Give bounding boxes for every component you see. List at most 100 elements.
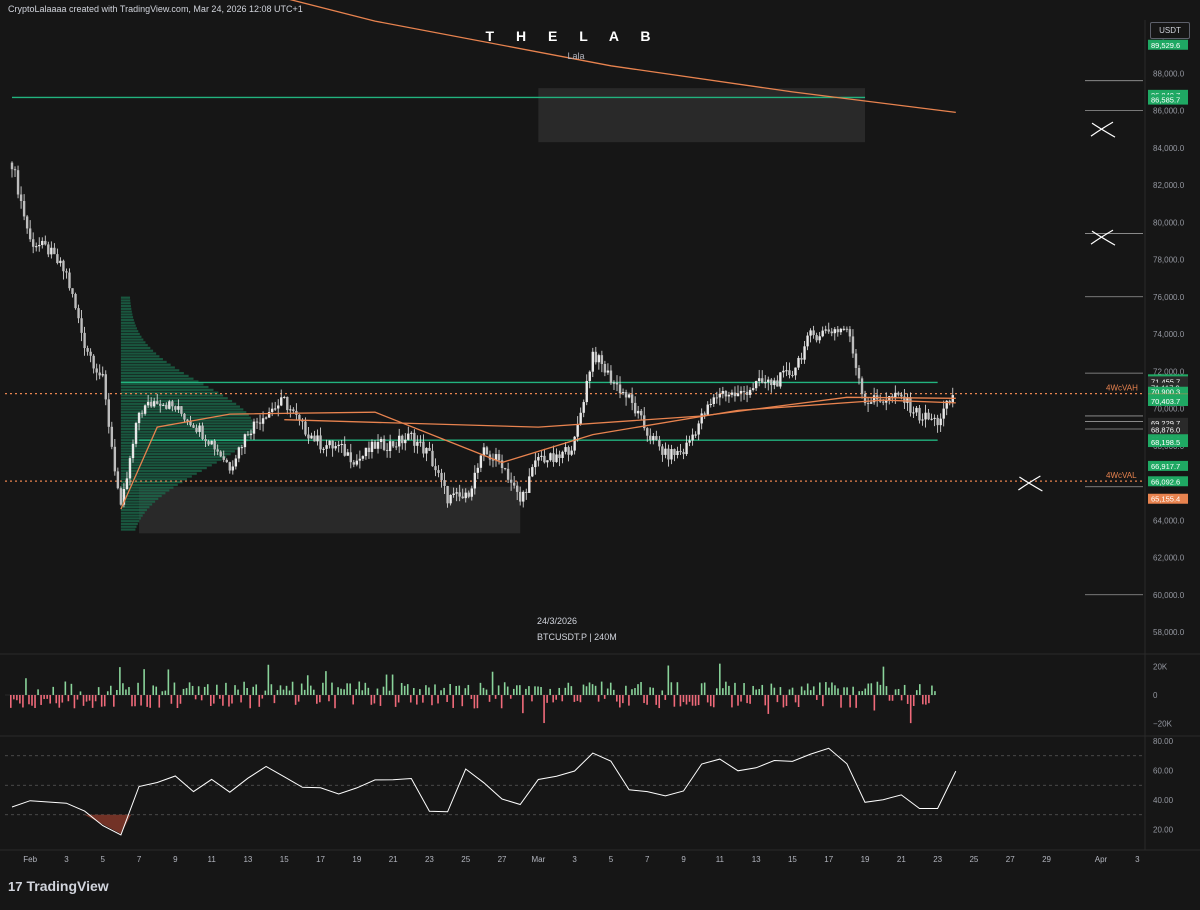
- candle-body: [255, 421, 259, 423]
- volume-bar: [176, 695, 179, 709]
- volume-bar: [906, 695, 909, 704]
- volume-bar: [828, 687, 830, 695]
- candle-body: [47, 244, 50, 255]
- candle-body: [44, 240, 47, 245]
- candle-body: [343, 443, 346, 456]
- candle-body: [83, 332, 86, 349]
- volume-bar: [676, 682, 679, 695]
- candle-body: [646, 428, 649, 436]
- volume-bar: [919, 684, 921, 695]
- volume-bar: [225, 682, 227, 695]
- candle-body: [131, 443, 135, 459]
- volume-tick-label: 20K: [1153, 663, 1168, 672]
- candle-body: [649, 435, 652, 441]
- time-axis-label: 15: [788, 855, 797, 864]
- candle-body: [192, 425, 195, 428]
- candle-body: [552, 453, 555, 463]
- volume-profile-bar: [120, 316, 134, 319]
- volume-bar: [403, 685, 406, 695]
- volume-bar: [264, 690, 267, 695]
- candle-body: [627, 394, 631, 398]
- candle-body: [16, 170, 20, 195]
- volume-bar: [776, 695, 779, 703]
- volume-bar: [879, 684, 882, 695]
- volume-bar: [679, 695, 682, 707]
- candle-body: [921, 419, 924, 421]
- tradingview-logo[interactable]: 17 TradingView: [8, 878, 109, 894]
- candle-body: [243, 434, 247, 448]
- volume-profile-bar: [120, 478, 188, 481]
- volume-bar: [870, 683, 873, 695]
- candle-body: [95, 368, 98, 373]
- volume-profile-bar: [120, 388, 214, 391]
- volume-bar: [449, 684, 451, 695]
- volume-bar: [425, 685, 427, 695]
- volume-profile-bar: [120, 461, 217, 464]
- candle-body: [183, 413, 186, 420]
- candle-body: [761, 378, 764, 384]
- candle-body: [464, 492, 467, 499]
- volume-profile-bar: [120, 321, 135, 324]
- currency-selector[interactable]: USDT: [1150, 22, 1190, 39]
- volume-bar: [752, 685, 754, 695]
- candle-body: [579, 412, 582, 425]
- volume-bar: [652, 687, 654, 695]
- volume-profile-bar: [120, 500, 156, 503]
- volume-bar: [619, 695, 621, 708]
- volume-bar: [843, 687, 845, 695]
- candle-body: [19, 194, 23, 202]
- candle-body: [936, 417, 939, 426]
- candle-body: [446, 485, 449, 504]
- candle-body: [337, 444, 340, 447]
- volume-bar: [728, 685, 730, 695]
- volume-bar: [876, 681, 879, 695]
- volume-bar: [806, 683, 809, 695]
- candle-body: [140, 412, 144, 414]
- trading-chart[interactable]: 58,000.060,000.062,000.064,000.066,000.0…: [0, 0, 1200, 910]
- volume-profile-bar: [120, 394, 224, 397]
- volume-bar: [194, 695, 197, 700]
- volume-bar: [531, 695, 533, 702]
- volume-bar: [546, 695, 548, 703]
- candle-body: [50, 247, 53, 255]
- candle-body: [62, 260, 65, 272]
- volume-bar: [388, 690, 391, 695]
- candle-body: [618, 384, 622, 394]
- volume-bar: [446, 695, 448, 703]
- volume-profile-bar: [120, 299, 131, 302]
- candle-body: [413, 432, 416, 446]
- volume-bar: [855, 695, 857, 708]
- volume-bar: [406, 684, 409, 695]
- volume-bar: [649, 687, 651, 695]
- volume-bar: [231, 695, 233, 704]
- candle-body: [776, 380, 779, 387]
- volume-bar: [473, 695, 476, 709]
- volume-bar: [761, 684, 764, 695]
- price-tick-label: 78,000.0: [1153, 256, 1185, 265]
- candle-body: [764, 382, 767, 384]
- volume-bar: [691, 695, 694, 706]
- volume-bar: [588, 682, 591, 695]
- candle-body: [177, 406, 180, 410]
- price-tick-label: 84,000.0: [1153, 144, 1185, 153]
- candle-body: [697, 423, 700, 435]
- price-label: 89,529.6: [1151, 41, 1180, 50]
- candle-body: [630, 394, 634, 403]
- candle-body: [277, 405, 280, 409]
- volume-profile-bar: [120, 508, 147, 512]
- volume-bar: [228, 695, 230, 707]
- candle-body: [773, 380, 776, 386]
- candle-body: [394, 446, 398, 448]
- volume-bar: [506, 686, 509, 695]
- candle-body: [198, 425, 201, 432]
- time-axis-label: 9: [681, 855, 686, 864]
- candle-body: [933, 417, 936, 419]
- volume-profile-bar: [120, 472, 197, 475]
- candle-body: [455, 492, 458, 494]
- volume-bar: [673, 695, 676, 707]
- volume-bar: [16, 695, 18, 701]
- price-tick-label: 60,000.0: [1153, 591, 1185, 600]
- candle-body: [104, 374, 107, 400]
- candle-body: [882, 401, 885, 403]
- volume-bar: [437, 695, 439, 704]
